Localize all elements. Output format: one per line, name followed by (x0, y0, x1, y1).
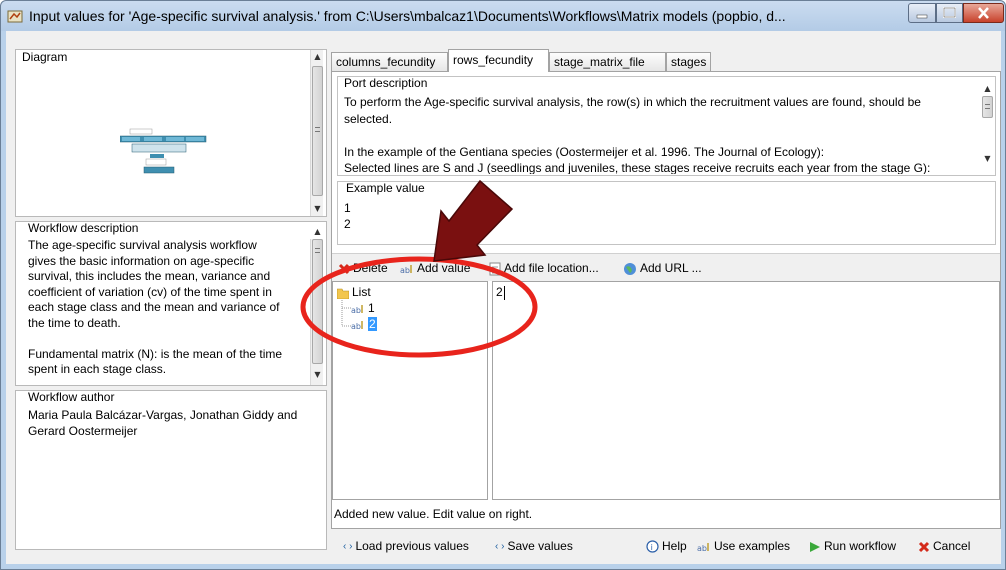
scroll-up-arrow-icon[interactable]: ▲ (981, 82, 994, 95)
port-description-scrollbar[interactable]: ▲ ▼ (981, 79, 994, 173)
value-editor-text[interactable]: 2 (496, 285, 503, 299)
port-description-text: To perform the Age-specific survival ana… (344, 95, 931, 174)
description-scrollbar[interactable]: ▲ ▼ (310, 227, 324, 385)
scroll-up-arrow-icon[interactable]: ▲ (311, 50, 324, 63)
scroll-up-arrow-icon[interactable]: ▲ (311, 225, 324, 238)
status-message: Added new value. Edit value on right. (334, 507, 533, 521)
port-description-panel: Port description To perform the Age-spec… (337, 76, 996, 176)
scroll-down-arrow-icon[interactable]: ▼ (981, 152, 994, 165)
value-tree[interactable]: List ab 1 ab 2 (332, 281, 488, 500)
add-url-button[interactable]: Add URL ... (623, 259, 702, 277)
tab-columns-fecundity[interactable]: columns_fecundity (331, 52, 448, 71)
taverna-app-icon (7, 10, 23, 23)
value-editor[interactable]: 2 (492, 281, 1000, 500)
use-examples-button[interactable]: ab Use examples (697, 537, 790, 555)
abc-text-icon: ab (351, 320, 363, 331)
diagram-scrollbar[interactable]: ▲ ▼ (310, 50, 323, 216)
abc-text-icon: ab (697, 542, 709, 553)
svg-text:ab: ab (351, 322, 361, 331)
tree-root-list[interactable]: List (337, 284, 371, 300)
minimize-icon (916, 14, 928, 19)
svg-text:ab: ab (400, 266, 410, 275)
diagram-panel: Diagram (15, 49, 327, 217)
add-value-button[interactable]: ab Add value (400, 259, 470, 277)
example-value-panel: Example value 1 2 (337, 181, 996, 245)
load-arrows-icon: ‹ › (343, 540, 353, 552)
tab-rows-fecundity[interactable]: rows_fecundity (448, 49, 549, 72)
file-icon (489, 262, 501, 276)
text-caret (504, 286, 505, 300)
add-file-location-button[interactable]: Add file location... (489, 259, 599, 277)
help-button[interactable]: i Help (646, 537, 687, 555)
workflow-author-label: Workflow author (28, 390, 115, 404)
tree-item-1[interactable]: ab 1 (351, 300, 375, 316)
svg-text:ab: ab (697, 544, 707, 553)
example-value-label: Example value (346, 181, 425, 195)
title-bar[interactable]: Input values for 'Age-specific survival … (1, 1, 1005, 31)
port-description-label: Port description (344, 76, 428, 90)
abc-text-icon: ab (400, 264, 412, 275)
maximize-button[interactable] (936, 3, 963, 23)
tree-item-2-selected: 2 (368, 317, 377, 331)
delete-x-icon (338, 263, 350, 274)
input-values-window: Input values for 'Age-specific survival … (0, 0, 1006, 570)
minimize-button[interactable] (908, 3, 936, 23)
window-title: Input values for 'Age-specific survival … (29, 8, 786, 24)
workflow-description-text: The age-specific survival analysis workf… (28, 238, 283, 376)
workflow-description-panel: Workflow description The age-specific su… (15, 221, 327, 386)
save-values-button[interactable]: ‹ › Save values (495, 537, 573, 555)
workflow-author-panel: Workflow author Maria Paula Balcázar-Var… (15, 390, 327, 550)
play-icon (810, 541, 820, 552)
scroll-thumb[interactable] (312, 239, 323, 364)
maximize-icon (943, 7, 956, 18)
tab-stages[interactable]: stages (666, 52, 711, 71)
workflow-description-label: Workflow description (28, 221, 139, 235)
cancel-x-icon (918, 541, 930, 552)
workflow-diagram-thumbnail (120, 128, 207, 174)
tab-stage-matrix-file[interactable]: stage_matrix_file (549, 52, 666, 71)
cancel-button[interactable]: Cancel (918, 537, 970, 555)
save-arrows-icon: ‹ › (495, 540, 505, 552)
diagram-label: Diagram (22, 50, 68, 64)
globe-icon (624, 262, 636, 275)
abc-text-icon: ab (351, 304, 363, 315)
close-icon (978, 7, 989, 19)
svg-text:ab: ab (351, 306, 361, 315)
workflow-author-text: Maria Paula Balcázar-Vargas, Jonathan Gi… (28, 408, 298, 438)
example-values: 1 2 (344, 201, 351, 231)
scroll-down-arrow-icon[interactable]: ▼ (311, 202, 324, 215)
delete-button[interactable]: Delete (338, 259, 388, 277)
run-workflow-button[interactable]: Run workflow (809, 537, 896, 555)
scroll-thumb[interactable] (982, 96, 993, 118)
info-icon: i (646, 540, 659, 553)
scroll-thumb[interactable] (312, 66, 323, 196)
svg-text:i: i (651, 543, 653, 552)
folder-icon (337, 288, 349, 299)
scroll-down-arrow-icon[interactable]: ▼ (311, 368, 324, 381)
tree-item-2[interactable]: ab 2 (351, 316, 377, 332)
load-previous-values-button[interactable]: ‹ › Load previous values (343, 537, 469, 555)
close-button[interactable] (963, 3, 1004, 23)
